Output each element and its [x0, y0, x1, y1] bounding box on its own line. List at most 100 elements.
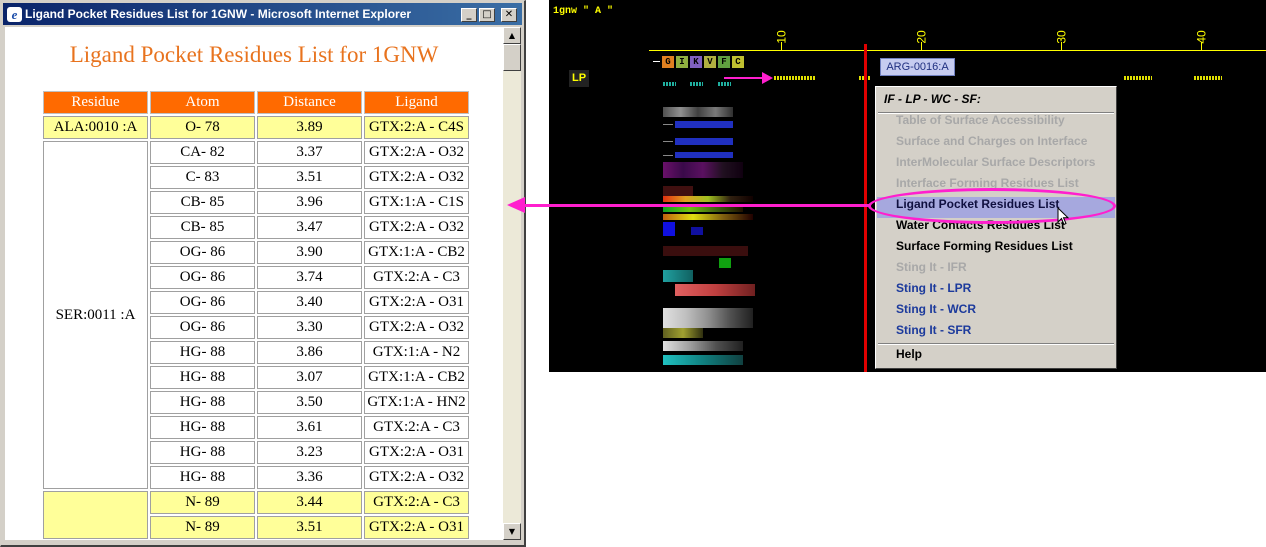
vertical-scrollbar[interactable]: ▲ ▼ — [503, 27, 521, 540]
menu-item[interactable]: Sting It - IFR — [877, 260, 1115, 281]
scroll-thumb[interactable] — [503, 44, 521, 71]
ligand-cell: GTX:2:A - C3 — [364, 491, 469, 514]
menu-item[interactable]: Sting It - SFR — [877, 323, 1115, 344]
property-block — [663, 186, 693, 196]
menu-item[interactable]: InterMolecular Surface Descriptors — [877, 155, 1115, 176]
ligand-cell: GTX:1:A - CB2 — [364, 241, 469, 264]
lp-wave-mark — [718, 82, 731, 86]
atom-cell: HG- 88 — [150, 366, 255, 389]
menu-item-help[interactable]: Help — [877, 347, 1115, 368]
lp-wave-mark — [1124, 76, 1152, 80]
atom-cell: OG- 86 — [150, 291, 255, 314]
sequence-dash — [653, 61, 660, 62]
ligand-cell: GTX:2:A - O31 — [364, 291, 469, 314]
minimize-button[interactable]: _ — [461, 8, 477, 22]
ruler-line — [649, 50, 1266, 51]
distance-cell: 3.50 — [257, 391, 362, 414]
ligand-cell: GTX:2:A - O31 — [364, 441, 469, 464]
maximize-button[interactable]: □ — [479, 8, 495, 22]
atom-cell: N- 89 — [150, 516, 255, 539]
property-block — [719, 258, 731, 268]
menu-item[interactable]: Sting It - WCR — [877, 302, 1115, 323]
position-marker-line[interactable] — [864, 44, 867, 372]
atom-cell: C- 83 — [150, 166, 255, 189]
distance-cell: 3.30 — [257, 316, 362, 339]
residue-tooltip: ARG-0016:A — [880, 58, 955, 76]
distance-cell: 3.51 — [257, 516, 362, 539]
distance-cell: 3.44 — [257, 491, 362, 514]
property-block — [691, 227, 703, 235]
sequence-residue[interactable]: G — [662, 56, 674, 68]
lp-wave-mark — [663, 82, 676, 86]
property-block — [663, 214, 753, 220]
ligand-cell: GTX:2:A - O32 — [364, 166, 469, 189]
menu-item[interactable]: Surface and Charges on Interface — [877, 134, 1115, 155]
ruler-tick-label: 20 — [914, 30, 929, 44]
distance-cell: 3.86 — [257, 341, 362, 364]
page-content: Ligand Pocket Residues List for 1GNW Res… — [5, 27, 503, 540]
ligand-cell: GTX:2:A - O32 — [364, 466, 469, 489]
distance-cell: 3.47 — [257, 216, 362, 239]
menu-item[interactable]: Surface Forming Residues List — [877, 239, 1115, 260]
lp-wave-mark — [690, 82, 703, 86]
distance-cell: 3.90 — [257, 241, 362, 264]
sequence-residue[interactable]: K — [690, 56, 702, 68]
ie-window: e Ligand Pocket Residues List for 1GNW -… — [0, 0, 526, 547]
table-row: N- 89 3.44 GTX:2:A - C3 — [43, 491, 469, 539]
menu-separator — [878, 343, 1114, 345]
atom-cell: HG- 88 — [150, 391, 255, 414]
property-block — [663, 246, 748, 256]
atom-cell: HG- 88 — [150, 441, 255, 464]
ie-icon: e — [7, 7, 22, 22]
menu-item[interactable]: Table of Surface Accessibility — [877, 113, 1115, 134]
ie-title-bar[interactable]: e Ligand Pocket Residues List for 1GNW -… — [3, 3, 522, 25]
lp-wave-mark — [774, 76, 815, 80]
property-block — [675, 152, 733, 158]
atom-cell: CA- 82 — [150, 141, 255, 164]
highlight-ellipse — [868, 188, 1116, 224]
property-block — [675, 138, 733, 145]
distance-cell: 3.37 — [257, 141, 362, 164]
distance-cell: 3.07 — [257, 366, 362, 389]
column-header: Atom — [150, 91, 255, 114]
close-button[interactable]: ✕ — [501, 8, 517, 22]
sequence-residue[interactable]: F — [718, 56, 730, 68]
property-block — [675, 284, 755, 296]
distance-cell: 3.96 — [257, 191, 362, 214]
sequence-residue[interactable]: I — [676, 56, 688, 68]
atom-cell: CB- 85 — [150, 191, 255, 214]
distance-cell: 3.61 — [257, 416, 362, 439]
atom-cell: HG- 88 — [150, 341, 255, 364]
column-header: Residue — [43, 91, 148, 114]
scroll-up-arrow-icon[interactable]: ▲ — [503, 27, 521, 44]
pink-connector-arrow-head-icon — [507, 197, 525, 213]
sequence-residue[interactable]: V — [704, 56, 716, 68]
property-block — [663, 107, 733, 117]
property-block — [663, 328, 703, 338]
atom-cell: OG- 86 — [150, 241, 255, 264]
property-block — [663, 308, 753, 328]
ligand-cell: GTX:1:A - CB2 — [364, 366, 469, 389]
context-menu: IF - LP - WC - SF: Table of Surface Acce… — [875, 86, 1117, 369]
ligand-cell: GTX:2:A - C3 — [364, 416, 469, 439]
lp-wave-mark — [1194, 76, 1222, 80]
atom-cell: N- 89 — [150, 491, 255, 514]
chain-label: 1gnw " A " — [553, 6, 614, 17]
distance-cell: 3.51 — [257, 166, 362, 189]
sequence-residue[interactable]: C — [732, 56, 744, 68]
ligand-cell: GTX:1:A - C1S — [364, 191, 469, 214]
column-header: Distance — [257, 91, 362, 114]
pink-arrow-head-icon — [762, 72, 773, 84]
property-block — [663, 222, 675, 236]
scroll-down-arrow-icon[interactable]: ▼ — [503, 523, 521, 540]
ruler-tick-label: 40 — [1194, 30, 1209, 44]
window-title: Ligand Pocket Residues List for 1GNW - M… — [25, 7, 412, 21]
property-block — [663, 124, 673, 125]
atom-cell: HG- 88 — [150, 416, 255, 439]
lp-track-label: LP — [569, 70, 589, 87]
atom-cell: OG- 86 — [150, 266, 255, 289]
atom-cell: OG- 86 — [150, 316, 255, 339]
property-block — [663, 162, 743, 178]
menu-item[interactable]: Sting It - LPR — [877, 281, 1115, 302]
ruler-tick-label: 30 — [1054, 30, 1069, 44]
